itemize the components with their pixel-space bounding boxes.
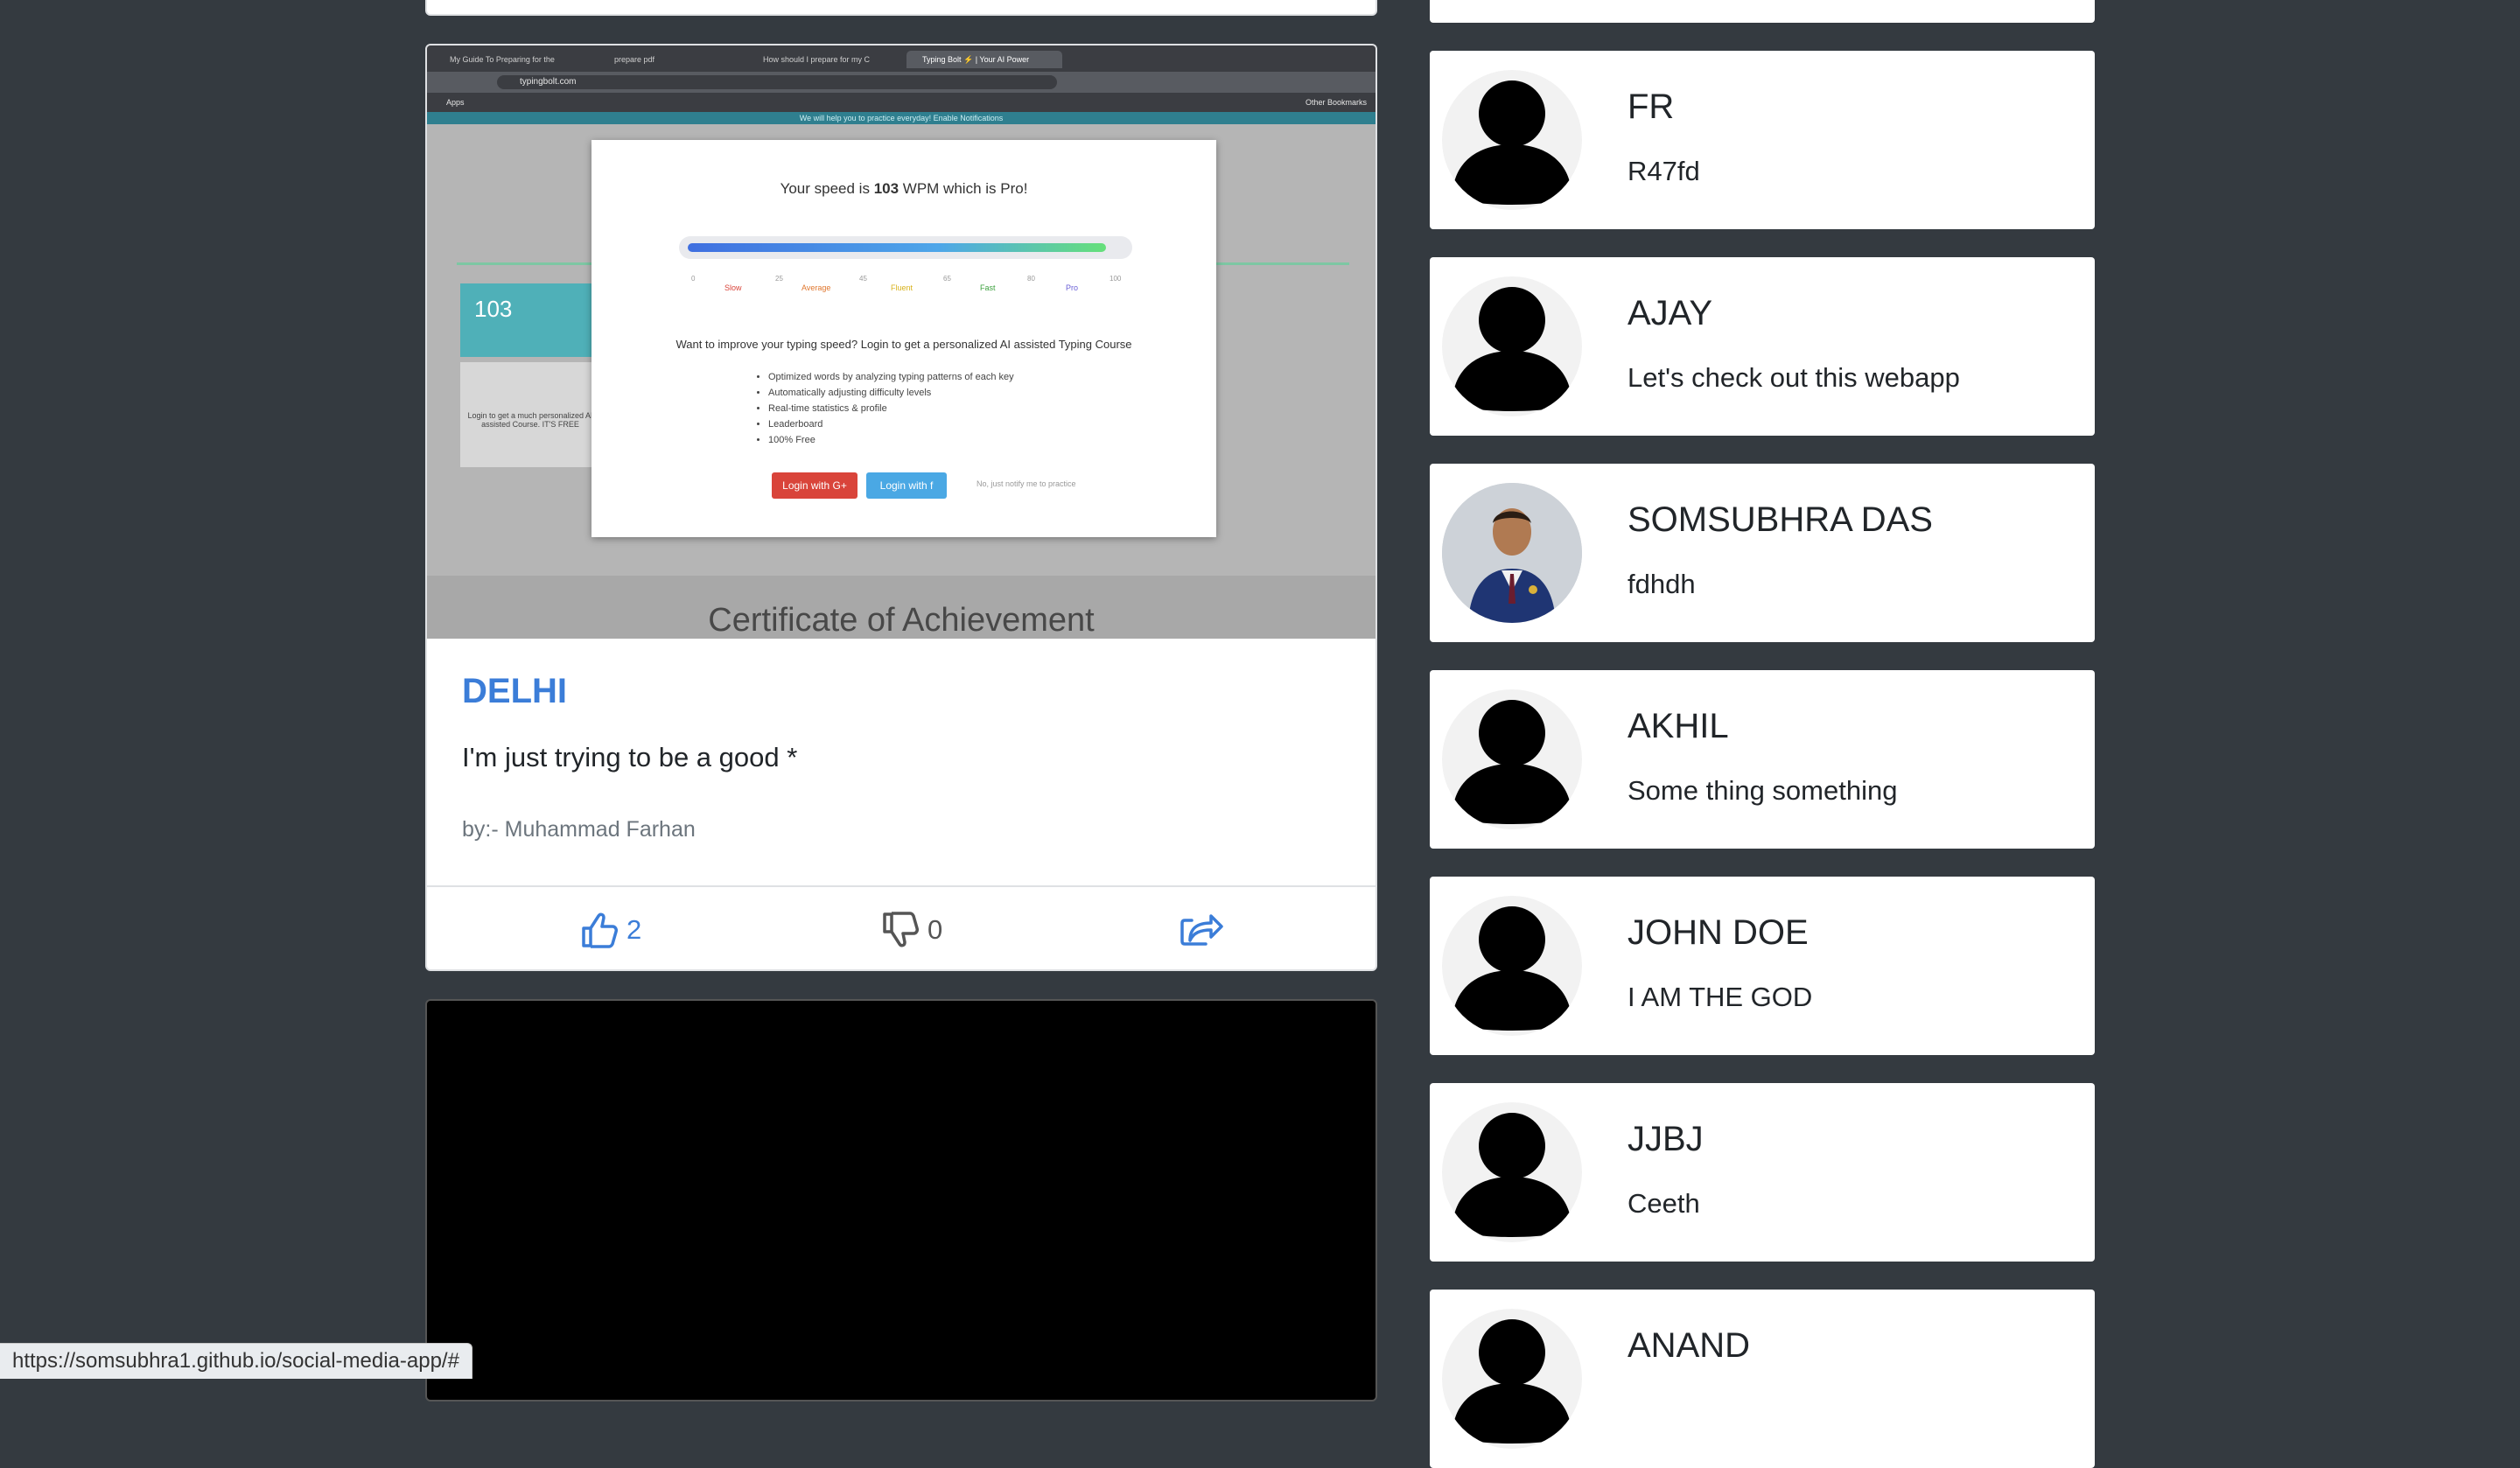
avatar xyxy=(1442,1309,1582,1449)
user-card-partial[interactable] xyxy=(1430,0,2095,23)
avatar xyxy=(1442,896,1582,1036)
scale-label: Pro xyxy=(1066,283,1079,292)
post-actions: 2 0 xyxy=(427,885,1376,969)
scale-number: 45 xyxy=(859,275,867,283)
user-name: FR xyxy=(1628,87,1675,126)
speed-meter-fill xyxy=(688,243,1106,252)
modal-cta: Want to improve your typing speed? Login… xyxy=(676,338,1132,351)
facebook-login-button: Login with f xyxy=(866,472,947,499)
result-modal: Your speed is 103 WPM which is Pro! 0 25… xyxy=(592,140,1216,537)
google-login-button: Login with G+ xyxy=(772,472,858,499)
share-button[interactable] xyxy=(1180,910,1223,950)
dislike-button[interactable]: 0 xyxy=(882,910,942,950)
address-box: typingbolt.com xyxy=(497,75,1057,89)
user-card[interactable]: JOHN DOE I AM THE GOD xyxy=(1430,877,2095,1055)
previous-post-card xyxy=(425,0,1377,16)
like-count: 2 xyxy=(626,914,642,945)
notification-strip: We will help you to practice everyday! E… xyxy=(427,112,1376,124)
user-status: Some thing something xyxy=(1628,775,1898,806)
user-card[interactable]: AKHIL Some thing something xyxy=(1430,670,2095,849)
avatar xyxy=(1442,483,1582,623)
background-speed: 103 xyxy=(474,296,513,322)
speed-meter xyxy=(679,236,1132,259)
user-status: I AM THE GOD xyxy=(1628,982,1813,1012)
background-stat-tile: 103 xyxy=(460,283,600,357)
feature-item: 100% Free xyxy=(768,432,1014,448)
avatar xyxy=(1442,1102,1582,1242)
default-avatar-icon xyxy=(1452,906,1572,1031)
user-card[interactable]: FR R47fd xyxy=(1430,51,2095,229)
default-avatar-icon xyxy=(1452,80,1572,205)
browser-tab: My Guide To Preparing for the xyxy=(450,55,555,64)
share-icon xyxy=(1180,914,1223,946)
modal-title-suffix: WPM which is Pro! xyxy=(899,180,1028,197)
browser-address-bar: typingbolt.com xyxy=(427,72,1376,93)
user-name: ANAND xyxy=(1628,1326,1751,1365)
browser-tab: How should I prepare for my C xyxy=(763,55,871,64)
avatar xyxy=(1442,689,1582,829)
browser-tab-strip: My Guide To Preparing for the prepare pd… xyxy=(427,45,1376,72)
default-avatar-icon xyxy=(1452,1113,1572,1237)
user-name: JOHN DOE xyxy=(1628,913,1809,952)
post-card: My Guide To Preparing for the prepare pd… xyxy=(425,44,1377,971)
user-card[interactable]: ANAND xyxy=(1430,1290,2095,1468)
scale-number: 65 xyxy=(943,275,951,283)
user-status: Let's check out this webapp xyxy=(1628,362,1960,393)
scale-number: 25 xyxy=(775,275,783,283)
scale-label: Average xyxy=(802,283,831,292)
thumbs-up-icon xyxy=(582,912,618,948)
modal-skip-link: No, just notify me to practice xyxy=(976,479,1076,488)
post-author: by:- Muhammad Farhan xyxy=(462,817,696,842)
video-post-card[interactable] xyxy=(425,999,1377,1402)
certificate-title: Certificate of Achievement xyxy=(708,602,1095,639)
user-name: AJAY xyxy=(1628,294,1713,332)
browser-tab-active: Typing Bolt ⚡ | Your AI Power xyxy=(906,51,1062,68)
bookmark-apps: Apps xyxy=(446,98,465,107)
link-status-bar: https://somsubhra1.github.io/social-medi… xyxy=(0,1343,472,1379)
feature-item: Automatically adjusting difficulty level… xyxy=(768,385,1014,401)
background-login-panel: Login to get a much personalized AI assi… xyxy=(460,362,600,467)
default-avatar-icon xyxy=(1452,700,1572,824)
modal-title: Your speed is 103 WPM which is Pro! xyxy=(592,180,1216,198)
scale-label: Slow xyxy=(724,283,742,292)
post-image: My Guide To Preparing for the prepare pd… xyxy=(427,45,1376,639)
scale-number: 0 xyxy=(691,275,696,283)
feature-item: Leaderboard xyxy=(768,416,1014,432)
scale-number: 100 xyxy=(1110,275,1122,283)
avatar xyxy=(1442,276,1582,416)
background-login-text: Login to get a much personalized AI assi… xyxy=(467,411,593,429)
like-button[interactable]: 2 xyxy=(581,910,641,950)
user-card[interactable]: AJAY Let's check out this webapp xyxy=(1430,257,2095,436)
modal-title-speed: 103 xyxy=(873,180,900,197)
dislike-count: 0 xyxy=(928,914,943,945)
scale-label: Fluent xyxy=(891,283,914,292)
browser-tab: prepare pdf xyxy=(614,55,655,64)
user-status: R47fd xyxy=(1628,156,1700,186)
user-name: JJBJ xyxy=(1628,1120,1704,1158)
default-avatar-icon xyxy=(1452,1319,1572,1444)
post-title[interactable]: DELHI xyxy=(462,672,567,711)
user-name: SOMSUBHRA DAS xyxy=(1628,500,1933,539)
feature-list: Optimized words by analyzing typing patt… xyxy=(756,369,1014,448)
avatar xyxy=(1442,70,1582,210)
scale-number: 80 xyxy=(1027,275,1035,283)
user-name: AKHIL xyxy=(1628,707,1729,745)
user-card[interactable]: JJBJ Ceeth xyxy=(1430,1083,2095,1262)
user-card[interactable]: SOMSUBHRA DAS fdhdh xyxy=(1430,464,2095,642)
post-text: I'm just trying to be a good * xyxy=(462,742,798,772)
user-status: Ceeth xyxy=(1628,1188,1700,1219)
feature-item: Optimized words by analyzing typing patt… xyxy=(768,369,1014,385)
user-photo-icon xyxy=(1442,483,1582,623)
scale-label: Fast xyxy=(980,283,996,292)
thumbs-down-icon xyxy=(883,912,919,947)
modal-title-prefix: Your speed is xyxy=(780,180,874,197)
user-status: fdhdh xyxy=(1628,569,1696,599)
feature-item: Real-time statistics & profile xyxy=(768,401,1014,416)
bookmarks-bar: Apps Other Bookmarks xyxy=(427,93,1376,112)
default-avatar-icon xyxy=(1452,287,1572,411)
bookmark-other: Other Bookmarks xyxy=(1305,98,1367,107)
